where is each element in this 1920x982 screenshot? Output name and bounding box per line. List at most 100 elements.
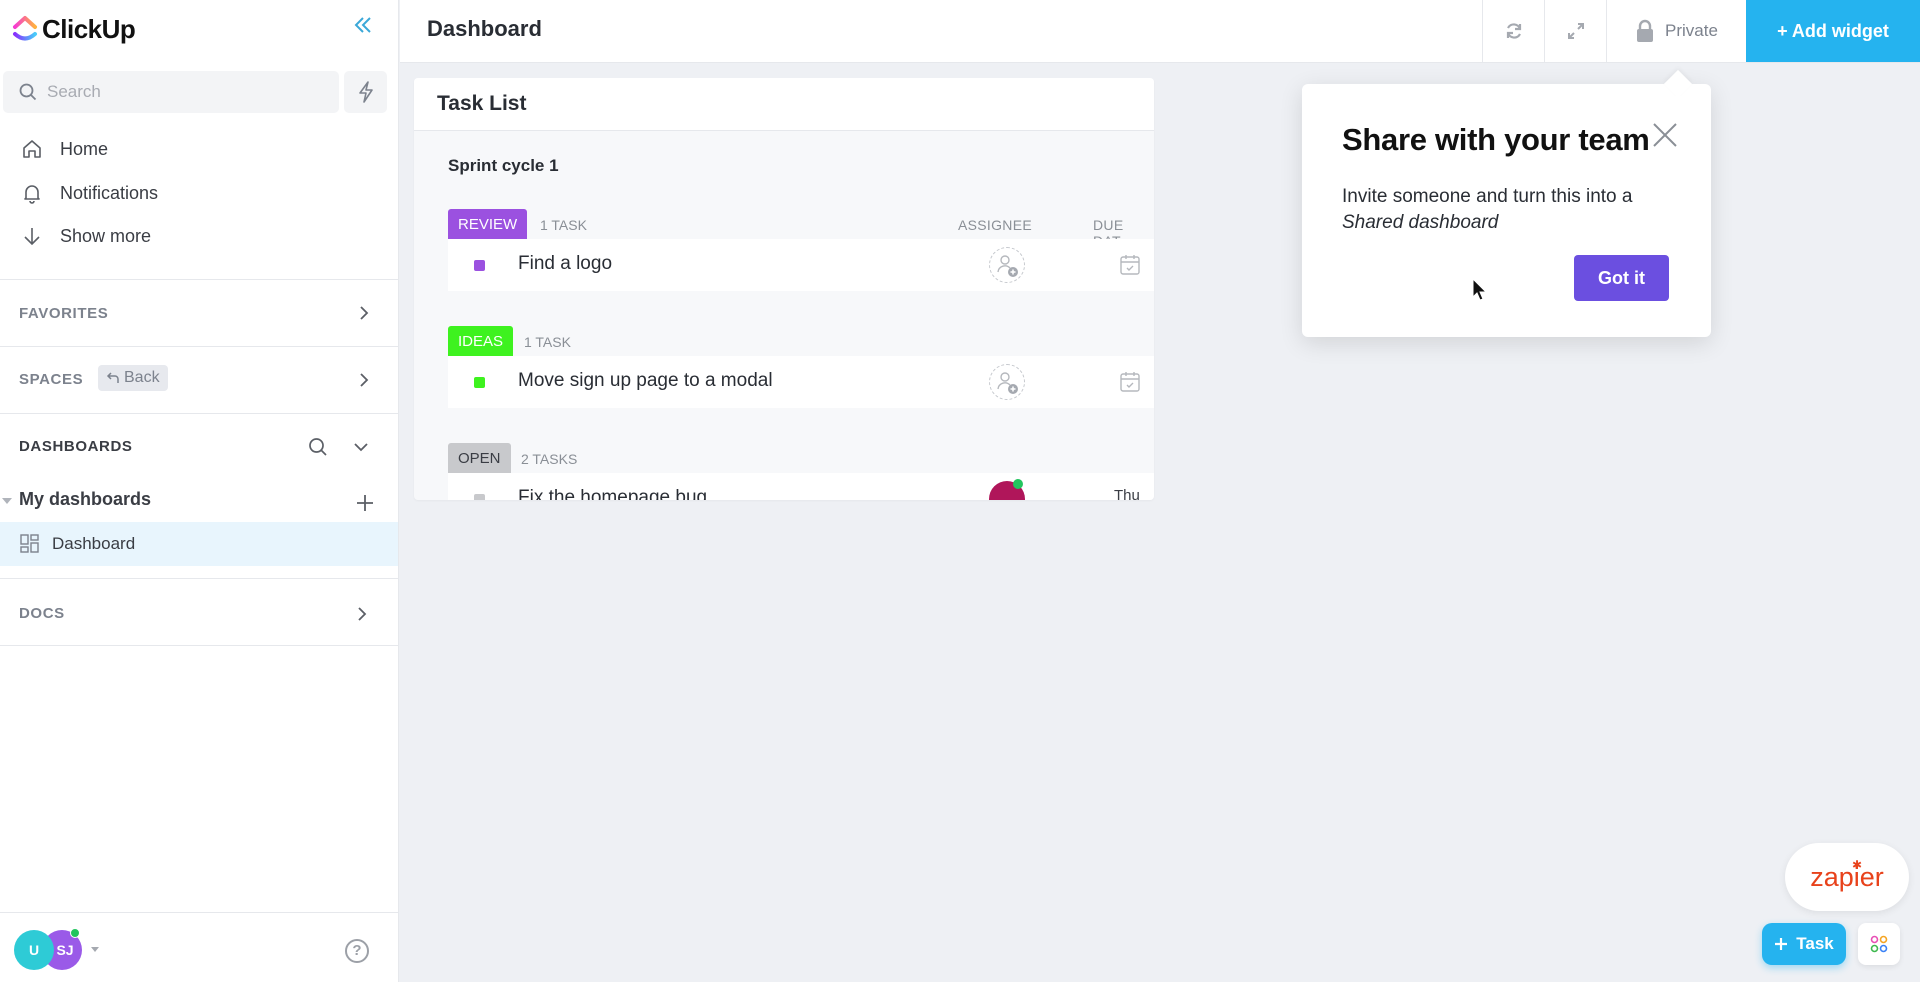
back-label: Back xyxy=(124,369,160,386)
search-input[interactable] xyxy=(47,82,307,102)
add-user-icon xyxy=(997,372,1018,394)
search-box[interactable] xyxy=(3,71,339,113)
due-date[interactable]: Thu xyxy=(1114,487,1140,500)
apps-grid-icon xyxy=(1870,935,1888,953)
clickup-logo[interactable]: ClickUp xyxy=(12,13,136,44)
calendar-icon[interactable] xyxy=(1120,371,1140,393)
add-user-icon xyxy=(997,255,1018,277)
dashboard-item-label: Dashboard xyxy=(52,534,136,553)
nav-notifications-label: Notifications xyxy=(60,182,159,203)
collapse-sidebar-button[interactable] xyxy=(350,14,376,40)
search-dashboards-icon[interactable] xyxy=(308,437,328,457)
list-name: Sprint cycle 1 xyxy=(448,156,559,175)
zapier-button[interactable]: ✱ zapier xyxy=(1785,843,1909,911)
group-header-ideas: IDEAS 1 TASK xyxy=(448,326,1154,356)
popover-body-emphasis: Shared dashboard xyxy=(1342,212,1499,233)
lock-icon xyxy=(1637,19,1654,42)
double-chevron-left-icon xyxy=(354,17,371,33)
help-button[interactable]: ? xyxy=(345,939,369,963)
mouse-cursor-icon xyxy=(1472,278,1488,301)
chevron-right-icon[interactable] xyxy=(358,371,370,389)
back-arrow-icon xyxy=(106,372,119,383)
task-count: 1 TASK xyxy=(540,217,587,233)
my-dashboards-folder[interactable]: My dashboards xyxy=(0,487,398,517)
widget-title: Task List xyxy=(437,92,527,115)
nav-home[interactable]: Home xyxy=(20,134,108,164)
column-header-assignee: ASSIGNEE xyxy=(958,217,1032,233)
popover-body-text: Invite someone and turn this into a xyxy=(1342,186,1633,207)
task-row[interactable]: Move sign up page to a modal xyxy=(448,356,1154,408)
got-it-button[interactable]: Got it xyxy=(1574,255,1669,301)
plus-icon xyxy=(357,495,373,511)
sidebar-footer: U SJ ? xyxy=(0,912,398,982)
avatar-user[interactable]: U xyxy=(14,930,54,970)
add-assignee-button[interactable] xyxy=(989,247,1025,283)
close-icon xyxy=(1653,123,1677,147)
zapier-asterisk-icon: ✱ xyxy=(1852,858,1863,872)
caret-down-icon[interactable] xyxy=(2,498,12,504)
clickup-logo-text: ClickUp xyxy=(42,13,136,44)
online-status-indicator xyxy=(1013,479,1023,489)
status-square[interactable] xyxy=(474,260,485,271)
new-task-label: Task xyxy=(1796,934,1834,953)
task-count: 1 TASK xyxy=(524,334,571,350)
calendar-icon[interactable] xyxy=(1120,254,1140,276)
my-dashboards-label: My dashboards xyxy=(19,489,152,509)
chevron-right-icon[interactable] xyxy=(356,605,368,623)
bell-icon xyxy=(20,181,44,205)
dashboards-label: DASHBOARDS xyxy=(19,438,133,455)
privacy-label: Private xyxy=(1665,21,1718,40)
page-title: Dashboard xyxy=(427,16,542,41)
section-spaces[interactable]: SPACES Back xyxy=(0,346,398,413)
widget-header: Task List xyxy=(414,78,1154,131)
fullscreen-button[interactable] xyxy=(1544,0,1606,62)
docs-label: DOCS xyxy=(19,605,65,622)
popover-body: Invite someone and turn this into a Shar… xyxy=(1342,184,1682,236)
lightning-icon xyxy=(358,81,373,103)
task-name[interactable]: Find a logo xyxy=(518,253,612,275)
spaces-back-button[interactable]: Back xyxy=(98,365,168,391)
share-onboarding-popover: Share with your team Invite someone and … xyxy=(1302,69,1711,337)
nav-home-label: Home xyxy=(60,138,109,159)
status-pill-ideas[interactable]: IDEAS xyxy=(448,326,514,356)
task-row[interactable]: Find a logo xyxy=(448,239,1154,291)
status-pill-open[interactable]: OPEN xyxy=(448,443,511,473)
refresh-icon xyxy=(1506,23,1521,39)
clickup-logo-icon xyxy=(13,16,37,41)
group-header-review: REVIEW 1 TASK ASSIGNEE DUE DAT xyxy=(448,209,1154,249)
section-favorites[interactable]: FAVORITES xyxy=(0,279,398,346)
favorites-label: FAVORITES xyxy=(19,305,109,322)
popover-title: Share with your team xyxy=(1342,122,1650,157)
dashboard-grid-icon xyxy=(20,534,39,553)
nav-show-more-label: Show more xyxy=(60,225,152,246)
new-task-button[interactable]: Task xyxy=(1762,923,1846,965)
status-square[interactable] xyxy=(474,494,485,500)
apps-button[interactable] xyxy=(1858,923,1900,965)
close-popover-button[interactable] xyxy=(1650,120,1680,150)
chevron-down-icon[interactable] xyxy=(353,441,369,453)
group-header-open: OPEN 2 TASKS xyxy=(448,443,1154,473)
quick-actions-button[interactable] xyxy=(344,71,387,113)
task-row[interactable]: Fix the homepage bug Thu xyxy=(448,473,1154,500)
add-dashboard-button[interactable] xyxy=(355,485,375,520)
task-name[interactable]: Fix the homepage bug xyxy=(518,487,707,500)
sidebar-item-dashboard[interactable]: Dashboard xyxy=(0,522,398,566)
status-pill-review[interactable]: REVIEW xyxy=(448,209,528,239)
popover-arrow xyxy=(1663,69,1693,99)
nav-show-more[interactable]: Show more xyxy=(20,221,151,251)
refresh-button[interactable] xyxy=(1482,0,1544,62)
expand-icon xyxy=(1567,23,1584,39)
nav-notifications[interactable]: Notifications xyxy=(20,178,158,208)
sidebar: ClickUp Home Notifications Show more FAV… xyxy=(0,0,399,982)
privacy-button[interactable]: Private xyxy=(1606,0,1746,62)
home-icon xyxy=(20,137,44,161)
task-name[interactable]: Move sign up page to a modal xyxy=(518,370,773,392)
caret-down-icon[interactable] xyxy=(91,947,99,952)
top-bar: Dashboard Private + Add widget xyxy=(400,0,1920,63)
add-widget-button[interactable]: + Add widget xyxy=(1746,0,1920,62)
section-docs[interactable]: DOCS xyxy=(0,578,398,646)
status-square[interactable] xyxy=(474,377,485,388)
arrow-down-icon xyxy=(20,224,44,248)
add-assignee-button[interactable] xyxy=(989,364,1025,400)
chevron-right-icon[interactable] xyxy=(358,304,370,322)
